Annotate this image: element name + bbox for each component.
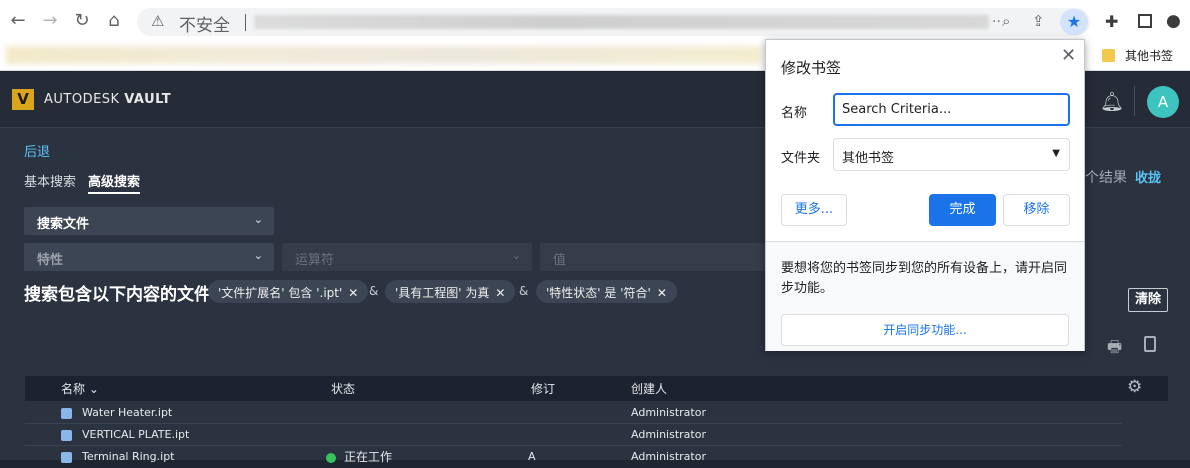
back-link[interactable]: 后退 — [24, 141, 50, 160]
property-select[interactable]: 特性 ⌄ — [24, 243, 274, 271]
row-creator: Administrator — [631, 406, 706, 419]
criteria-title: 搜索包含以下内容的文件 — [24, 285, 211, 305]
chevron-down-icon: ⌄ — [253, 213, 263, 226]
sort-chevron-icon: ⌄ — [88, 382, 99, 396]
notification-bell-icon[interactable]: 🔔︎ — [1100, 90, 1124, 113]
browser-toolbar: ← → ↻ ⌂ ⚠ 不安全 .. ⌕ ⇪ ★ ✚ ● — [0, 0, 1190, 43]
sync-section: 要想将您的书签同步到您的所有设备上，请开启同步功能。 开启同步功能... — [766, 241, 1084, 351]
address-bar[interactable]: ⚠ 不安全 .. ⌕ ⇪ — [137, 8, 1090, 36]
folder-label: 文件夹 — [781, 151, 821, 166]
dropdown-triangle-icon: ▼ — [1052, 148, 1060, 159]
row-name[interactable]: Water Heater.ipt — [82, 406, 172, 419]
chevron-down-icon: ⌄ — [253, 249, 263, 262]
edit-bookmark-dialog: 修改书签 ✕ 名称 Search Criteria... 文件夹 其他书签 ▼ … — [765, 39, 1085, 351]
remove-chip-icon[interactable]: ✕ — [657, 286, 667, 300]
table-row[interactable]: Water Heater.ipt Administrator — [25, 402, 1122, 424]
zoom-icon[interactable]: ⌕ — [1002, 12, 1010, 30]
property-select-placeholder: 特性 — [37, 253, 64, 268]
row-name[interactable]: Terminal Ring.ipt — [82, 450, 175, 463]
share-icon[interactable]: ⇪ — [1032, 12, 1045, 30]
value-input[interactable]: 值 — [540, 243, 790, 271]
criteria-chip[interactable]: '文件扩展名' 包含 '.ipt' ✕ — [208, 280, 369, 303]
operator-select-placeholder: 运算符 — [295, 253, 335, 268]
warning-icon[interactable]: ⚠ — [151, 12, 164, 30]
criteria-chip[interactable]: '特性状态' 是 '符合' ✕ — [536, 280, 677, 303]
row-status: 正在工作 — [344, 450, 393, 464]
scope-select[interactable]: 搜索文件 ⌄ — [24, 207, 274, 235]
column-header-creator[interactable]: 创建人 — [631, 380, 667, 397]
collapse-link[interactable]: 收拢 — [1135, 167, 1161, 186]
forward-arrow-icon[interactable]: → — [40, 10, 60, 32]
value-input-placeholder: 值 — [553, 253, 567, 268]
table-row[interactable]: VERTICAL PLATE.ipt Administrator — [25, 424, 1122, 446]
extensions-puzzle-icon[interactable]: ✚ — [1105, 12, 1118, 31]
folder-select[interactable]: 其他书签 ▼ — [833, 138, 1070, 171]
criteria-chip-label: '特性状态' 是 '符合' — [546, 286, 651, 300]
column-header-name[interactable]: 名称 ⌄ — [61, 380, 99, 397]
brand-product: VAULT — [124, 92, 172, 107]
table-row[interactable]: Terminal Ring.ipt 正在工作 A Administrator — [25, 446, 1122, 468]
part-file-icon — [61, 430, 72, 441]
sync-description: 要想将您的书签同步到您的所有设备上，请开启同步功能。 — [781, 261, 1068, 296]
brand-name: AUTODESK VAULT — [44, 92, 171, 107]
calculator-icon[interactable] — [1144, 336, 1156, 352]
header-divider — [1134, 86, 1135, 116]
user-avatar[interactable]: A — [1147, 86, 1179, 118]
insecure-label[interactable]: 不安全 — [179, 11, 230, 36]
status-dot-icon — [326, 453, 336, 463]
row-name[interactable]: VERTICAL PLATE.ipt — [82, 428, 189, 441]
url-ellipsis: .. — [992, 10, 1001, 26]
name-label: 名称 — [781, 106, 808, 121]
tab-basic-search[interactable]: 基本搜索 — [24, 171, 76, 190]
done-button[interactable]: 完成 — [929, 194, 996, 226]
and-operator: & — [519, 284, 529, 298]
close-icon[interactable]: ✕ — [1061, 45, 1076, 66]
criteria-chip[interactable]: '具有工程图' 为真 ✕ — [385, 280, 516, 303]
scope-select-value: 搜索文件 — [37, 217, 90, 232]
clear-button[interactable]: 清除 — [1128, 288, 1168, 312]
tab-advanced-search[interactable]: 高级搜索 — [88, 171, 141, 194]
blurred-bookmarks — [6, 46, 761, 64]
row-creator: Administrator — [631, 450, 706, 463]
part-file-icon — [61, 408, 72, 419]
more-button[interactable]: 更多... — [781, 194, 847, 226]
part-file-icon — [61, 452, 72, 463]
column-header-revision[interactable]: 修订 — [531, 380, 555, 397]
side-panel-icon[interactable] — [1138, 14, 1152, 28]
results-table-header: 名称 ⌄ 状态 修订 创建人 ⚙ — [25, 376, 1168, 401]
back-arrow-icon[interactable]: ← — [8, 10, 28, 32]
chevron-down-icon: ⌄ — [511, 249, 521, 262]
folder-icon[interactable] — [1102, 49, 1115, 62]
print-icon[interactable]: 🖶︎ — [1107, 336, 1122, 363]
blurred-url — [254, 15, 989, 29]
remove-button[interactable]: 移除 — [1003, 194, 1070, 226]
enable-sync-button[interactable]: 开启同步功能... — [781, 314, 1069, 346]
address-separator — [245, 14, 246, 31]
operator-select[interactable]: 运算符 ⌄ — [282, 243, 532, 271]
bookmark-star-icon[interactable]: ★ — [1060, 9, 1088, 35]
vault-logo-icon: V — [12, 89, 34, 110]
brand-prefix: AUTODESK — [44, 92, 120, 107]
folder-select-value: 其他书签 — [842, 151, 895, 166]
results-count: 个结果 — [1085, 170, 1127, 186]
and-operator: & — [369, 284, 379, 298]
gear-icon[interactable]: ⚙ — [1127, 377, 1142, 397]
home-icon[interactable]: ⌂ — [104, 10, 124, 32]
criteria-chip-label: '文件扩展名' 包含 '.ipt' — [218, 286, 343, 300]
dialog-title: 修改书签 — [781, 59, 842, 77]
other-bookmarks-label[interactable]: 其他书签 — [1125, 47, 1173, 64]
reload-icon[interactable]: ↻ — [72, 10, 92, 32]
profile-icon[interactable]: ● — [1166, 11, 1181, 31]
bookmark-name-field[interactable]: Search Criteria... — [833, 93, 1070, 126]
column-header-status[interactable]: 状态 — [331, 380, 355, 397]
remove-chip-icon[interactable]: ✕ — [495, 286, 505, 300]
row-creator: Administrator — [631, 428, 706, 441]
column-name-label: 名称 — [61, 382, 86, 396]
criteria-chip-label: '具有工程图' 为真 — [395, 286, 490, 300]
row-revision: A — [528, 450, 536, 463]
remove-chip-icon[interactable]: ✕ — [348, 286, 358, 300]
